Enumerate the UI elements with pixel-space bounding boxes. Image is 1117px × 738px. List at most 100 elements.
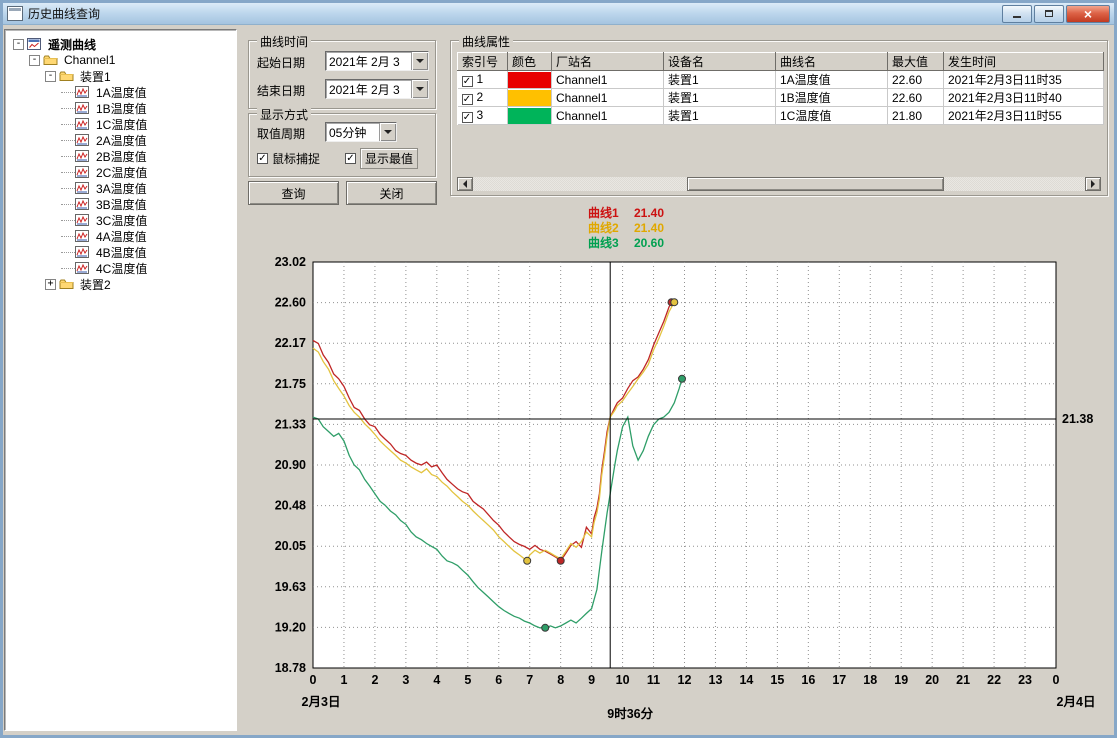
x-tick-label: 11 [647, 673, 660, 687]
expand-icon[interactable]: + [45, 279, 56, 290]
x-tick-label: 6 [495, 673, 502, 687]
max-value-cell: 22.60 [888, 71, 944, 89]
device-cell: 装置1 [664, 71, 776, 89]
tree-item-label[interactable]: 1B温度值 [94, 100, 149, 117]
tree-item-装置1[interactable]: - 装置1 [5, 68, 236, 84]
table-horizontal-scrollbar[interactable] [457, 177, 1101, 191]
tree-item-4B温度值[interactable]: 4B温度值 [5, 244, 236, 260]
chevron-down-icon[interactable] [411, 80, 428, 98]
row-checkbox[interactable]: ✓ [462, 112, 473, 123]
tree-item-1B温度值[interactable]: 1B温度值 [5, 100, 236, 116]
tree-item-3C温度值[interactable]: 3C温度值 [5, 212, 236, 228]
tree-item-3A温度值[interactable]: 3A温度值 [5, 180, 236, 196]
collapse-icon[interactable]: - [45, 71, 56, 82]
end-date-select[interactable]: 2021年 2月 3 [325, 79, 429, 99]
x-date-right-label: 2月4日 [1057, 695, 1096, 709]
y-tick-label: 20.48 [275, 499, 306, 513]
station-cell: Channel1 [552, 89, 664, 107]
min-marker-curve-3 [542, 624, 549, 631]
end-date-label: 结束日期 [257, 82, 305, 99]
tree-item-label[interactable]: 3B温度值 [94, 196, 149, 213]
collapse-icon[interactable]: - [13, 39, 24, 50]
tree-item-label[interactable]: 2B温度值 [94, 148, 149, 165]
tree-item-label[interactable]: 遥测曲线 [46, 36, 98, 53]
column-header[interactable]: 厂站名 [552, 53, 664, 71]
x-tick-label: 9 [588, 673, 595, 687]
scrollbar-thumb[interactable] [687, 177, 944, 191]
curve-icon [75, 246, 91, 258]
tree-item-label[interactable]: 3A温度值 [94, 180, 149, 197]
tree-item-4A温度值[interactable]: 4A温度值 [5, 228, 236, 244]
tree-item-label[interactable]: 1A温度值 [94, 84, 149, 101]
tree-item-Channel1[interactable]: - Channel1 [5, 52, 236, 68]
chevron-down-icon[interactable] [379, 123, 396, 141]
min-marker-curve-1 [557, 557, 564, 564]
tree-item-label[interactable]: 2A温度值 [94, 132, 149, 149]
folder-icon [59, 70, 75, 82]
column-header[interactable]: 最大值 [888, 53, 944, 71]
tree-item-2B温度值[interactable]: 2B温度值 [5, 148, 236, 164]
row-checkbox[interactable]: ✓ [462, 76, 473, 87]
column-header[interactable]: 曲线名 [776, 53, 888, 71]
tree-item-3B温度值[interactable]: 3B温度值 [5, 196, 236, 212]
tree-item-label[interactable]: 4B温度值 [94, 244, 149, 261]
x-tick-label: 14 [739, 673, 753, 687]
tree-item-label[interactable]: 4A温度值 [94, 228, 149, 245]
tree-indent [13, 60, 29, 61]
tree-item-label[interactable]: 装置2 [78, 276, 113, 293]
tree-item-2C温度值[interactable]: 2C温度值 [5, 164, 236, 180]
collapse-icon[interactable]: - [29, 55, 40, 66]
tree-item-遥测曲线[interactable]: - 遥测曲线 [5, 36, 236, 52]
curve-icon [75, 150, 91, 162]
tree-indent [13, 124, 61, 125]
show-extremes-checkbox[interactable]: ✓ 显示最值 [345, 148, 418, 169]
tree-item-label[interactable]: Channel1 [62, 53, 117, 67]
close-panel-button[interactable]: 关闭 [346, 181, 437, 205]
scrollbar-track[interactable] [473, 177, 1085, 191]
time-cell: 2021年2月3日11时35 [944, 71, 1104, 89]
tree-item-2A温度值[interactable]: 2A温度值 [5, 132, 236, 148]
column-header[interactable]: 发生时间 [944, 53, 1104, 71]
scroll-left-button[interactable] [457, 177, 473, 191]
group-title: 曲线属性 [459, 33, 513, 50]
tree-item-装置2[interactable]: + 装置2 [5, 276, 236, 292]
tree-item-4C温度值[interactable]: 4C温度值 [5, 260, 236, 276]
x-tick-label: 23 [1018, 673, 1032, 687]
color-swatch [508, 72, 551, 88]
y-tick-label: 19.20 [275, 620, 306, 634]
row-checkbox[interactable]: ✓ [462, 94, 473, 105]
properties-table: 索引号颜色厂站名设备名曲线名最大值发生时间✓1Channel1装置11A温度值2… [457, 52, 1104, 125]
curve-properties-table: 索引号颜色厂站名设备名曲线名最大值发生时间✓1Channel1装置11A温度值2… [457, 52, 1104, 125]
minimize-button[interactable] [1002, 5, 1032, 23]
table-row[interactable]: ✓1Channel1装置11A温度值22.602021年2月3日11时35 [458, 71, 1104, 89]
tree-indent [13, 76, 45, 77]
tree-item-label[interactable]: 4C温度值 [94, 260, 149, 277]
column-header[interactable]: 设备名 [664, 53, 776, 71]
tree-item-1C温度值[interactable]: 1C温度值 [5, 116, 236, 132]
station-cell: Channel1 [552, 71, 664, 89]
tree-item-label[interactable]: 1C温度值 [94, 116, 149, 133]
tree-connector [61, 108, 75, 109]
tree-connector [61, 172, 75, 173]
time-cell: 2021年2月3日11时40 [944, 89, 1104, 107]
query-button[interactable]: 查询 [248, 181, 339, 205]
tree-connector [61, 188, 75, 189]
tree-item-label[interactable]: 装置1 [78, 68, 113, 85]
mouse-capture-checkbox[interactable]: ✓ 鼠标捕捉 [257, 150, 320, 167]
curve-properties-group: 曲线属性 索引号颜色厂站名设备名曲线名最大值发生时间✓1Channel1装置11… [450, 40, 1108, 196]
tree-indent [13, 220, 61, 221]
period-select[interactable]: 05分钟 [325, 122, 397, 142]
scroll-right-button[interactable] [1085, 177, 1101, 191]
chevron-down-icon[interactable] [411, 52, 428, 70]
close-button[interactable]: × [1066, 5, 1110, 23]
tree-item-label[interactable]: 3C温度值 [94, 212, 149, 229]
column-header[interactable]: 索引号 [458, 53, 508, 71]
start-date-select[interactable]: 2021年 2月 3 [325, 51, 429, 71]
maximize-button[interactable] [1034, 5, 1064, 23]
curve-icon [75, 118, 91, 130]
tree-item-1A温度值[interactable]: 1A温度值 [5, 84, 236, 100]
table-row[interactable]: ✓2Channel1装置11B温度值22.602021年2月3日11时40 [458, 89, 1104, 107]
tree-item-label[interactable]: 2C温度值 [94, 164, 149, 181]
table-row[interactable]: ✓3Channel1装置11C温度值21.802021年2月3日11时55 [458, 107, 1104, 125]
column-header[interactable]: 颜色 [508, 53, 552, 71]
